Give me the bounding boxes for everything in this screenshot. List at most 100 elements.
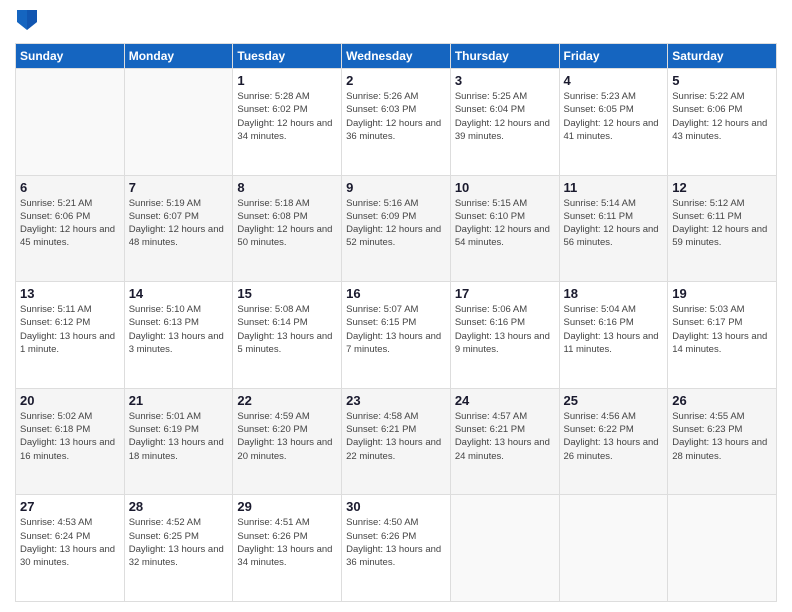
calendar-cell: 29Sunrise: 4:51 AMSunset: 6:26 PMDayligh…: [233, 495, 342, 602]
day-number: 2: [346, 73, 446, 88]
calendar-cell: 30 Sunrise: 4:50 AMSunset: 6:26 PMDayligh…: [342, 495, 451, 602]
day-info: Sunrise: 5:11 AMSunset: 6:12 PMDaylight:…: [20, 303, 120, 356]
day-number: 23: [346, 393, 446, 408]
calendar-cell: 26 Sunrise: 4:55 AMSunset: 6:23 PMDayligh…: [668, 388, 777, 495]
day-info: Sunrise: 5:07 AMSunset: 6:15 PMDaylight:…: [346, 303, 446, 356]
day-number: 7: [129, 180, 229, 195]
calendar-week-row: 20 Sunrise: 5:02 AMSunset: 6:18 PMDayligh…: [16, 388, 777, 495]
calendar-cell: 20 Sunrise: 5:02 AMSunset: 6:18 PMDayligh…: [16, 388, 125, 495]
day-info: Sunrise: 5:28 AMSunset: 6:02 PMDaylight:…: [237, 90, 337, 143]
calendar-cell: 17 Sunrise: 5:06 AMSunset: 6:16 PMDayligh…: [450, 282, 559, 389]
day-number: 25: [564, 393, 664, 408]
calendar-cell: 13 Sunrise: 5:11 AMSunset: 6:12 PMDayligh…: [16, 282, 125, 389]
day-info: Sunrise: 4:50 AMSunset: 6:26 PMDaylight:…: [346, 516, 446, 569]
day-number: 4: [564, 73, 664, 88]
day-number: 3: [455, 73, 555, 88]
day-number: 5: [672, 73, 772, 88]
logo-icon: [17, 10, 37, 30]
day-of-week-header: Tuesday: [233, 44, 342, 69]
day-info: Sunrise: 5:22 AMSunset: 6:06 PMDaylight:…: [672, 90, 772, 143]
day-info: Sunrise: 4:59 AMSunset: 6:20 PMDaylight:…: [237, 410, 337, 463]
calendar-cell: [668, 495, 777, 602]
day-info: Sunrise: 4:55 AMSunset: 6:23 PMDaylight:…: [672, 410, 772, 463]
calendar-week-row: 27Sunrise: 4:53 AMSunset: 6:24 PMDayligh…: [16, 495, 777, 602]
day-number: 18: [564, 286, 664, 301]
day-number: 12: [672, 180, 772, 195]
calendar-cell: [559, 495, 668, 602]
day-number: 30: [346, 499, 446, 514]
calendar-cell: 12 Sunrise: 5:12 AMSunset: 6:11 PMDayligh…: [668, 175, 777, 282]
day-info: Sunrise: 5:14 AMSunset: 6:11 PMDaylight:…: [564, 197, 664, 250]
day-number: 29: [237, 499, 337, 514]
calendar-cell: 6 Sunrise: 5:21 AMSunset: 6:06 PMDaylight…: [16, 175, 125, 282]
calendar-week-row: 6 Sunrise: 5:21 AMSunset: 6:06 PMDaylight…: [16, 175, 777, 282]
day-info: Sunrise: 5:21 AMSunset: 6:06 PMDaylight:…: [20, 197, 120, 250]
calendar-cell: 27Sunrise: 4:53 AMSunset: 6:24 PMDayligh…: [16, 495, 125, 602]
calendar-cell: 11 Sunrise: 5:14 AMSunset: 6:11 PMDayligh…: [559, 175, 668, 282]
calendar-cell: 23 Sunrise: 4:58 AMSunset: 6:21 PMDayligh…: [342, 388, 451, 495]
day-number: 20: [20, 393, 120, 408]
day-number: 13: [20, 286, 120, 301]
header: [15, 10, 777, 35]
day-info: Sunrise: 5:04 AMSunset: 6:16 PMDaylight:…: [564, 303, 664, 356]
day-number: 22: [237, 393, 337, 408]
day-number: 9: [346, 180, 446, 195]
day-info: Sunrise: 4:56 AMSunset: 6:22 PMDaylight:…: [564, 410, 664, 463]
day-number: 11: [564, 180, 664, 195]
calendar-table: SundayMondayTuesdayWednesdayThursdayFrid…: [15, 43, 777, 602]
day-of-week-header: Monday: [124, 44, 233, 69]
day-of-week-header: Sunday: [16, 44, 125, 69]
calendar-cell: 1 Sunrise: 5:28 AMSunset: 6:02 PMDaylight…: [233, 69, 342, 176]
calendar-cell: [450, 495, 559, 602]
calendar-cell: 3 Sunrise: 5:25 AMSunset: 6:04 PMDaylight…: [450, 69, 559, 176]
day-info: Sunrise: 5:02 AMSunset: 6:18 PMDaylight:…: [20, 410, 120, 463]
calendar-cell: 19 Sunrise: 5:03 AMSunset: 6:17 PMDayligh…: [668, 282, 777, 389]
day-info: Sunrise: 5:12 AMSunset: 6:11 PMDaylight:…: [672, 197, 772, 250]
day-info: Sunrise: 5:06 AMSunset: 6:16 PMDaylight:…: [455, 303, 555, 356]
calendar-cell: [16, 69, 125, 176]
day-info: Sunrise: 5:25 AMSunset: 6:04 PMDaylight:…: [455, 90, 555, 143]
calendar-header-row: SundayMondayTuesdayWednesdayThursdayFrid…: [16, 44, 777, 69]
day-number: 19: [672, 286, 772, 301]
calendar-cell: 18 Sunrise: 5:04 AMSunset: 6:16 PMDayligh…: [559, 282, 668, 389]
day-number: 27: [20, 499, 120, 514]
day-info: Sunrise: 5:03 AMSunset: 6:17 PMDaylight:…: [672, 303, 772, 356]
day-of-week-header: Thursday: [450, 44, 559, 69]
calendar-cell: 15 Sunrise: 5:08 AMSunset: 6:14 PMDayligh…: [233, 282, 342, 389]
day-of-week-header: Saturday: [668, 44, 777, 69]
day-of-week-header: Wednesday: [342, 44, 451, 69]
day-number: 6: [20, 180, 120, 195]
calendar-week-row: 1 Sunrise: 5:28 AMSunset: 6:02 PMDaylight…: [16, 69, 777, 176]
calendar-cell: 16Sunrise: 5:07 AMSunset: 6:15 PMDayligh…: [342, 282, 451, 389]
day-info: Sunrise: 4:58 AMSunset: 6:21 PMDaylight:…: [346, 410, 446, 463]
day-number: 14: [129, 286, 229, 301]
calendar-cell: 10Sunrise: 5:15 AMSunset: 6:10 PMDayligh…: [450, 175, 559, 282]
day-info: Sunrise: 5:10 AMSunset: 6:13 PMDaylight:…: [129, 303, 229, 356]
logo: [15, 10, 37, 35]
calendar-cell: 14 Sunrise: 5:10 AMSunset: 6:13 PMDayligh…: [124, 282, 233, 389]
day-info: Sunrise: 5:23 AMSunset: 6:05 PMDaylight:…: [564, 90, 664, 143]
day-number: 28: [129, 499, 229, 514]
day-info: Sunrise: 5:19 AMSunset: 6:07 PMDaylight:…: [129, 197, 229, 250]
day-info: Sunrise: 5:26 AMSunset: 6:03 PMDaylight:…: [346, 90, 446, 143]
day-number: 21: [129, 393, 229, 408]
calendar-cell: 8Sunrise: 5:18 AMSunset: 6:08 PMDaylight…: [233, 175, 342, 282]
day-of-week-header: Friday: [559, 44, 668, 69]
day-info: Sunrise: 5:01 AMSunset: 6:19 PMDaylight:…: [129, 410, 229, 463]
day-number: 17: [455, 286, 555, 301]
day-info: Sunrise: 5:15 AMSunset: 6:10 PMDaylight:…: [455, 197, 555, 250]
calendar-cell: 25 Sunrise: 4:56 AMSunset: 6:22 PMDayligh…: [559, 388, 668, 495]
day-info: Sunrise: 5:16 AMSunset: 6:09 PMDaylight:…: [346, 197, 446, 250]
day-number: 24: [455, 393, 555, 408]
day-number: 1: [237, 73, 337, 88]
calendar-cell: 28 Sunrise: 4:52 AMSunset: 6:25 PMDayligh…: [124, 495, 233, 602]
day-number: 8: [237, 180, 337, 195]
calendar-page: SundayMondayTuesdayWednesdayThursdayFrid…: [0, 0, 792, 612]
day-info: Sunrise: 4:57 AMSunset: 6:21 PMDaylight:…: [455, 410, 555, 463]
calendar-cell: [124, 69, 233, 176]
calendar-cell: 4 Sunrise: 5:23 AMSunset: 6:05 PMDaylight…: [559, 69, 668, 176]
day-info: Sunrise: 5:08 AMSunset: 6:14 PMDaylight:…: [237, 303, 337, 356]
day-info: Sunrise: 4:52 AMSunset: 6:25 PMDaylight:…: [129, 516, 229, 569]
day-number: 26: [672, 393, 772, 408]
day-number: 15: [237, 286, 337, 301]
